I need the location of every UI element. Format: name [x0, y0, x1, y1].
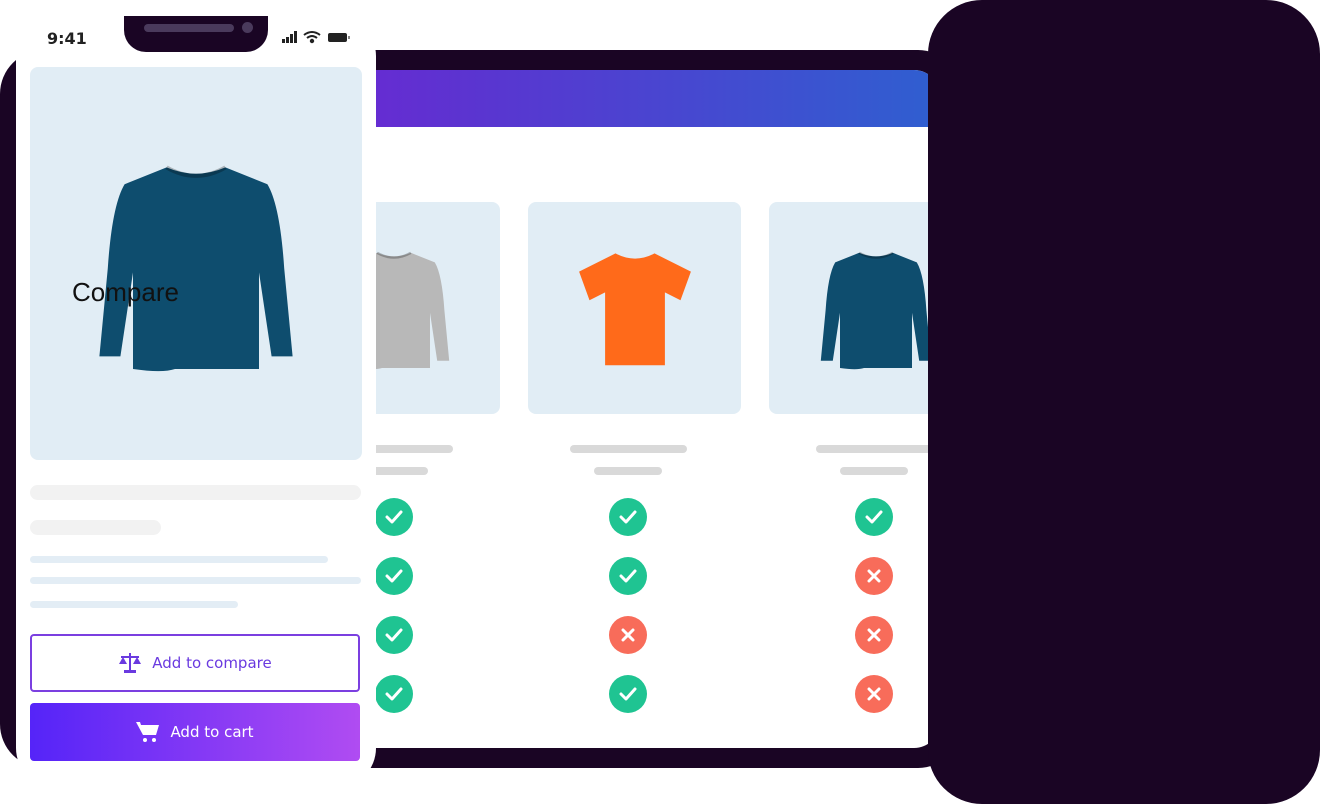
cross-icon	[855, 616, 893, 654]
add-to-compare-label: Add to compare	[152, 654, 272, 672]
cart-icon	[136, 722, 160, 742]
check-icon	[609, 498, 647, 536]
skeleton-text	[840, 467, 908, 475]
cross-icon	[855, 557, 893, 595]
wifi-icon	[303, 31, 321, 44]
skeleton-text	[594, 467, 662, 475]
add-to-cart-button[interactable]: Add to cart	[30, 703, 360, 761]
check-icon	[609, 557, 647, 595]
scale-icon	[119, 653, 142, 673]
tshirt-orange-image	[578, 253, 691, 366]
cross-icon	[855, 675, 893, 713]
check-icon	[375, 557, 413, 595]
skeleton-title	[30, 485, 361, 500]
skeleton-price	[30, 520, 161, 535]
check-icon	[609, 675, 647, 713]
phone-frame	[928, 0, 1320, 804]
phone-notch	[124, 16, 268, 52]
check-icon	[855, 498, 893, 536]
skeleton-line	[30, 556, 328, 563]
add-to-cart-label: Add to cart	[170, 723, 254, 741]
skeleton-text	[569, 445, 687, 453]
add-to-compare-button[interactable]: Add to compare	[30, 634, 360, 692]
cross-icon	[609, 616, 647, 654]
skeleton-text	[815, 445, 933, 453]
phone-screen: 9:41 Add to compare Add to cart	[16, 16, 376, 788]
status-icons	[282, 31, 350, 44]
skeleton-line	[30, 601, 238, 608]
check-icon	[375, 675, 413, 713]
sweater-teal-image	[99, 165, 293, 371]
sweater-teal-image	[820, 251, 931, 370]
product-card[interactable]	[528, 202, 741, 414]
product-image[interactable]	[30, 67, 362, 460]
product-card[interactable]	[769, 202, 940, 414]
page-title: Compare	[72, 277, 179, 307]
status-time: 9:41	[47, 29, 87, 48]
check-icon	[375, 616, 413, 654]
signal-icon	[282, 31, 297, 43]
check-icon	[375, 498, 413, 536]
skeleton-line	[30, 577, 361, 584]
battery-icon	[328, 33, 350, 42]
